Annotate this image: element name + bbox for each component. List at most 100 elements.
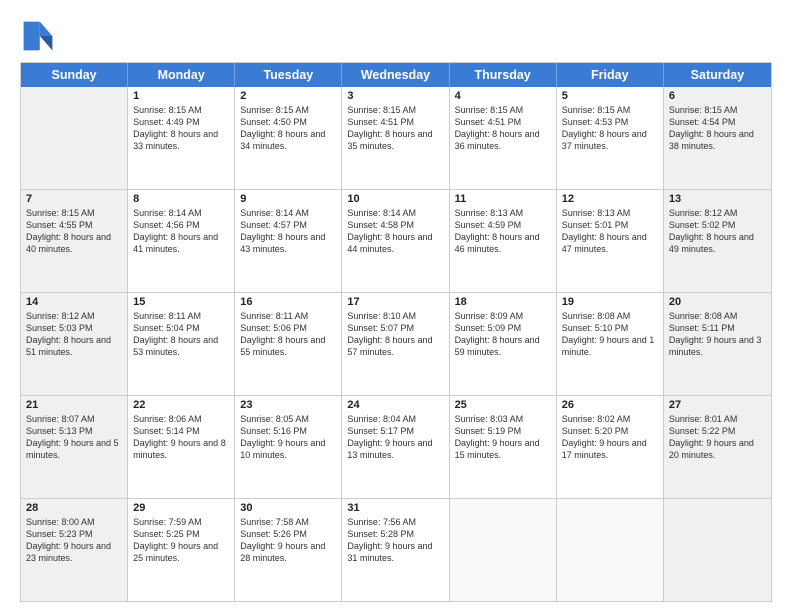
daylight-text: Daylight: 8 hours and 34 minutes. [240, 128, 336, 152]
cal-cell: 28 Sunrise: 8:00 AM Sunset: 5:23 PM Dayl… [21, 499, 128, 601]
cal-cell: 19 Sunrise: 8:08 AM Sunset: 5:10 PM Dayl… [557, 293, 664, 395]
cal-cell: 27 Sunrise: 8:01 AM Sunset: 5:22 PM Dayl… [664, 396, 771, 498]
daylight-text: Daylight: 9 hours and 10 minutes. [240, 437, 336, 461]
sunset-text: Sunset: 5:13 PM [26, 425, 122, 437]
sunset-text: Sunset: 5:26 PM [240, 528, 336, 540]
sunrise-text: Sunrise: 8:13 AM [455, 207, 551, 219]
daylight-text: Daylight: 9 hours and 15 minutes. [455, 437, 551, 461]
cal-cell: 16 Sunrise: 8:11 AM Sunset: 5:06 PM Dayl… [235, 293, 342, 395]
sunset-text: Sunset: 5:17 PM [347, 425, 443, 437]
sunset-text: Sunset: 5:09 PM [455, 322, 551, 334]
sunset-text: Sunset: 5:22 PM [669, 425, 766, 437]
calendar-week-4: 21 Sunrise: 8:07 AM Sunset: 5:13 PM Dayl… [21, 396, 771, 499]
sunset-text: Sunset: 5:01 PM [562, 219, 658, 231]
cal-cell: 5 Sunrise: 8:15 AM Sunset: 4:53 PM Dayli… [557, 87, 664, 189]
sunrise-text: Sunrise: 8:03 AM [455, 413, 551, 425]
cal-cell: 14 Sunrise: 8:12 AM Sunset: 5:03 PM Dayl… [21, 293, 128, 395]
day-number: 24 [347, 399, 443, 411]
calendar-header: SundayMondayTuesdayWednesdayThursdayFrid… [21, 63, 771, 87]
sunrise-text: Sunrise: 8:10 AM [347, 310, 443, 322]
sunset-text: Sunset: 5:11 PM [669, 322, 766, 334]
sunset-text: Sunset: 4:54 PM [669, 116, 766, 128]
logo-icon [20, 18, 56, 54]
daylight-text: Daylight: 9 hours and 17 minutes. [562, 437, 658, 461]
page: SundayMondayTuesdayWednesdayThursdayFrid… [0, 0, 792, 612]
day-number: 13 [669, 193, 766, 205]
sunset-text: Sunset: 4:51 PM [455, 116, 551, 128]
cal-cell: 4 Sunrise: 8:15 AM Sunset: 4:51 PM Dayli… [450, 87, 557, 189]
daylight-text: Daylight: 8 hours and 35 minutes. [347, 128, 443, 152]
sunset-text: Sunset: 4:49 PM [133, 116, 229, 128]
sunrise-text: Sunrise: 8:11 AM [133, 310, 229, 322]
sunset-text: Sunset: 5:28 PM [347, 528, 443, 540]
daylight-text: Daylight: 9 hours and 20 minutes. [669, 437, 766, 461]
sunset-text: Sunset: 4:57 PM [240, 219, 336, 231]
cal-cell: 9 Sunrise: 8:14 AM Sunset: 4:57 PM Dayli… [235, 190, 342, 292]
cal-cell: 7 Sunrise: 8:15 AM Sunset: 4:55 PM Dayli… [21, 190, 128, 292]
day-number: 4 [455, 90, 551, 102]
day-number: 12 [562, 193, 658, 205]
calendar-week-5: 28 Sunrise: 8:00 AM Sunset: 5:23 PM Dayl… [21, 499, 771, 601]
sunset-text: Sunset: 5:19 PM [455, 425, 551, 437]
cal-cell: 17 Sunrise: 8:10 AM Sunset: 5:07 PM Dayl… [342, 293, 449, 395]
cal-cell [664, 499, 771, 601]
sunrise-text: Sunrise: 8:12 AM [669, 207, 766, 219]
cal-cell [557, 499, 664, 601]
daylight-text: Daylight: 8 hours and 44 minutes. [347, 231, 443, 255]
sunrise-text: Sunrise: 8:08 AM [669, 310, 766, 322]
day-number: 28 [26, 502, 122, 514]
header-day-tuesday: Tuesday [235, 63, 342, 87]
day-number: 22 [133, 399, 229, 411]
daylight-text: Daylight: 9 hours and 1 minute. [562, 334, 658, 358]
day-number: 25 [455, 399, 551, 411]
daylight-text: Daylight: 8 hours and 41 minutes. [133, 231, 229, 255]
day-number: 18 [455, 296, 551, 308]
header-day-friday: Friday [557, 63, 664, 87]
sunrise-text: Sunrise: 8:05 AM [240, 413, 336, 425]
sunrise-text: Sunrise: 8:13 AM [562, 207, 658, 219]
sunset-text: Sunset: 5:23 PM [26, 528, 122, 540]
cal-cell: 1 Sunrise: 8:15 AM Sunset: 4:49 PM Dayli… [128, 87, 235, 189]
daylight-text: Daylight: 8 hours and 47 minutes. [562, 231, 658, 255]
sunset-text: Sunset: 4:50 PM [240, 116, 336, 128]
day-number: 30 [240, 502, 336, 514]
sunset-text: Sunset: 5:14 PM [133, 425, 229, 437]
sunrise-text: Sunrise: 8:15 AM [455, 104, 551, 116]
day-number: 6 [669, 90, 766, 102]
cal-cell: 21 Sunrise: 8:07 AM Sunset: 5:13 PM Dayl… [21, 396, 128, 498]
calendar: SundayMondayTuesdayWednesdayThursdayFrid… [20, 62, 772, 602]
daylight-text: Daylight: 9 hours and 23 minutes. [26, 540, 122, 564]
sunrise-text: Sunrise: 8:15 AM [240, 104, 336, 116]
header-day-monday: Monday [128, 63, 235, 87]
header [20, 18, 772, 54]
sunset-text: Sunset: 5:02 PM [669, 219, 766, 231]
calendar-week-3: 14 Sunrise: 8:12 AM Sunset: 5:03 PM Dayl… [21, 293, 771, 396]
calendar-body: 1 Sunrise: 8:15 AM Sunset: 4:49 PM Dayli… [21, 87, 771, 601]
sunrise-text: Sunrise: 8:08 AM [562, 310, 658, 322]
sunrise-text: Sunrise: 8:07 AM [26, 413, 122, 425]
day-number: 17 [347, 296, 443, 308]
sunrise-text: Sunrise: 8:15 AM [347, 104, 443, 116]
cal-cell: 6 Sunrise: 8:15 AM Sunset: 4:54 PM Dayli… [664, 87, 771, 189]
sunrise-text: Sunrise: 8:15 AM [562, 104, 658, 116]
header-day-wednesday: Wednesday [342, 63, 449, 87]
day-number: 10 [347, 193, 443, 205]
sunset-text: Sunset: 5:06 PM [240, 322, 336, 334]
daylight-text: Daylight: 9 hours and 13 minutes. [347, 437, 443, 461]
day-number: 27 [669, 399, 766, 411]
sunset-text: Sunset: 5:03 PM [26, 322, 122, 334]
day-number: 29 [133, 502, 229, 514]
cal-cell: 29 Sunrise: 7:59 AM Sunset: 5:25 PM Dayl… [128, 499, 235, 601]
daylight-text: Daylight: 8 hours and 53 minutes. [133, 334, 229, 358]
sunrise-text: Sunrise: 8:09 AM [455, 310, 551, 322]
sunrise-text: Sunrise: 8:00 AM [26, 516, 122, 528]
day-number: 23 [240, 399, 336, 411]
day-number: 8 [133, 193, 229, 205]
daylight-text: Daylight: 8 hours and 55 minutes. [240, 334, 336, 358]
cal-cell: 22 Sunrise: 8:06 AM Sunset: 5:14 PM Dayl… [128, 396, 235, 498]
cal-cell: 15 Sunrise: 8:11 AM Sunset: 5:04 PM Dayl… [128, 293, 235, 395]
cal-cell: 31 Sunrise: 7:56 AM Sunset: 5:28 PM Dayl… [342, 499, 449, 601]
sunrise-text: Sunrise: 7:56 AM [347, 516, 443, 528]
daylight-text: Daylight: 8 hours and 46 minutes. [455, 231, 551, 255]
day-number: 21 [26, 399, 122, 411]
